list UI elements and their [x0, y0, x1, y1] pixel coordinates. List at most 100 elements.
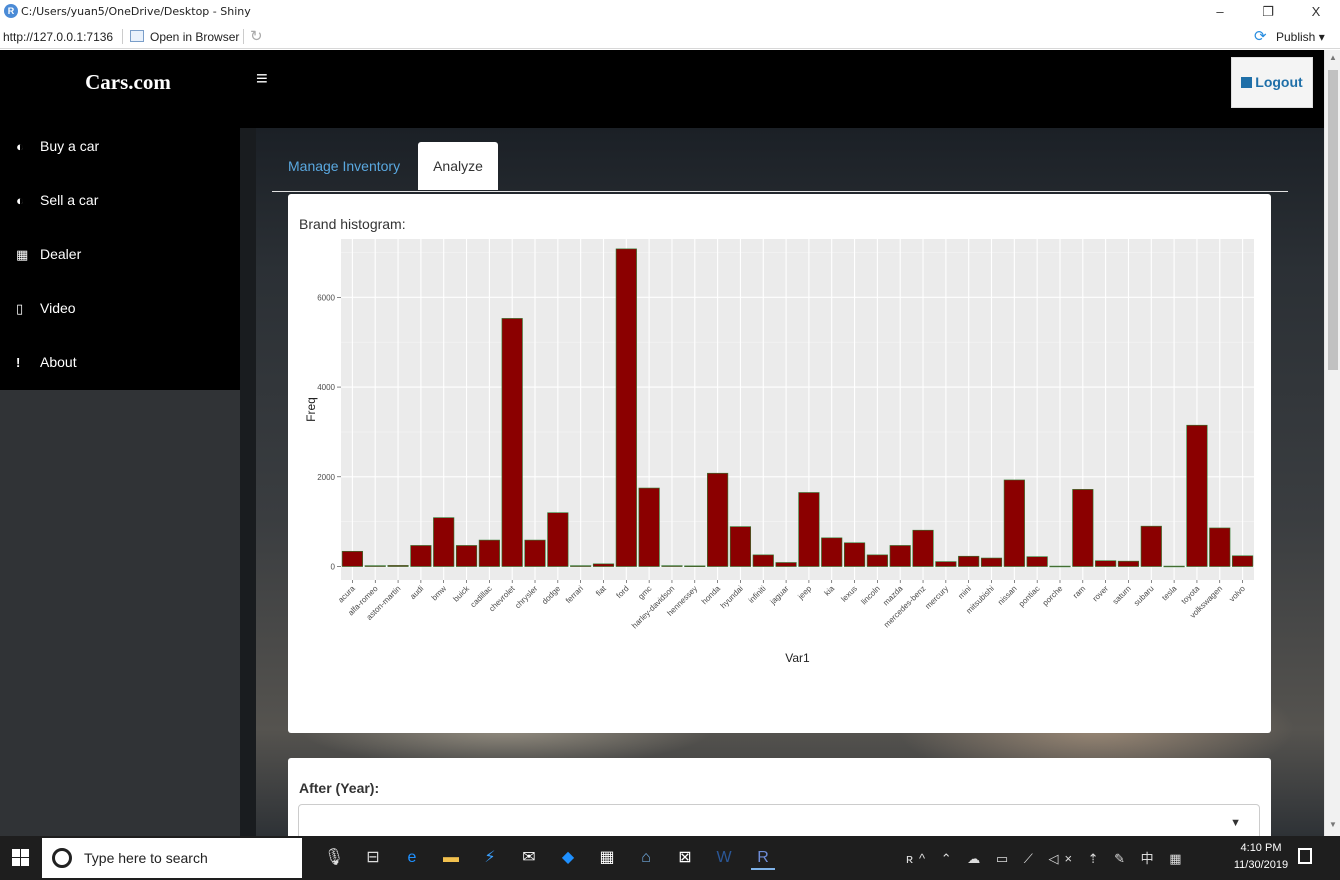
app-header: Cars.com ≡ Logout	[0, 50, 1324, 128]
sidebar-item-label: About	[40, 354, 77, 370]
publish-icon[interactable]: ⟳	[1254, 27, 1267, 45]
x-tick-label: hyundai	[719, 584, 745, 610]
x-tick-label: chrysler	[513, 584, 539, 610]
search-placeholder: Type here to search	[84, 850, 208, 866]
x-tick-label: lincoln	[859, 584, 881, 606]
minimize-button[interactable]: –	[1200, 2, 1240, 22]
logout-button[interactable]: Logout	[1231, 57, 1313, 108]
taskbar-search-input[interactable]: Type here to search	[42, 838, 302, 878]
store-icon[interactable]: ⊠	[673, 846, 697, 870]
refresh-icon[interactable]: ↻	[250, 27, 263, 45]
bar-subaru	[1140, 525, 1162, 567]
shiny-app: Cars.com ≡ Logout ◐ Buy a car ◐ Sell a car…	[0, 50, 1324, 836]
bar-nissan	[1003, 479, 1025, 567]
dashboard-icon: ◐	[16, 193, 24, 208]
x-tick-label: lexus	[839, 584, 859, 604]
sidebar-item-about[interactable]: ! About	[16, 354, 77, 378]
sidebar-item-buy-a-car[interactable]: ◐ Buy a car	[16, 138, 99, 162]
x-tick-label: nissan	[996, 584, 1019, 607]
brand-histogram-chart: 0200040006000acuraalfa-romeoaston-martin…	[304, 239, 1254, 665]
vertical-scrollbar[interactable]: ▲ ▼	[1324, 50, 1340, 836]
dashboard-icon: ◐	[16, 139, 24, 154]
r-icon[interactable]: R	[751, 846, 775, 870]
sidebar-toggle-icon[interactable]: ≡	[256, 68, 268, 91]
bar-chevrolet	[501, 318, 523, 567]
taskbar-clock[interactable]: 4:10 PM 11/30/2019	[1228, 840, 1294, 874]
chevron-down-icon: ▼	[1230, 817, 1241, 829]
bar-gmc	[638, 487, 660, 567]
x-tick-label: jeep	[796, 584, 814, 602]
y-tick-label: 4000	[317, 383, 335, 392]
x-tick-label: mercedes-benz	[882, 584, 927, 629]
file-icon: ▯	[16, 301, 24, 316]
x-tick-label: infiniti	[747, 584, 768, 605]
tab-manage-inventory[interactable]: Manage Inventory	[288, 142, 400, 190]
y-axis-label: Freq	[304, 397, 318, 422]
microphone-icon[interactable]: 🎙	[322, 846, 346, 870]
bar-cadillac	[478, 539, 500, 567]
open-in-browser-button[interactable]: Open in Browser	[150, 30, 239, 44]
bar-infiniti	[752, 554, 774, 567]
sidebar-menu: ◐ Buy a car ◐ Sell a car ▦ Dealer ▯ Video ! A…	[0, 128, 240, 390]
edge-icon[interactable]: e	[400, 846, 424, 870]
sidebar-item-dealer[interactable]: ▦ Dealer	[16, 246, 81, 270]
year-select[interactable]: ▼	[298, 804, 1260, 836]
bar-hyundai	[729, 526, 752, 567]
brand-logo[interactable]: Cars.com	[0, 50, 256, 128]
sidebar-item-video[interactable]: ▯ Video	[16, 300, 76, 324]
bar-aston-martin	[387, 565, 409, 567]
bar-porche	[1049, 565, 1071, 568]
word-icon[interactable]: W	[712, 846, 736, 870]
task-view-icon[interactable]: ⊟	[361, 846, 385, 870]
publish-label: Publish	[1276, 30, 1316, 44]
power-automate-icon[interactable]: ⚡	[478, 846, 502, 870]
logout-icon	[1241, 77, 1253, 88]
bar-rover	[1095, 560, 1117, 567]
maximize-button[interactable]: ❐	[1248, 2, 1288, 22]
window-title-bar: R C:/Users/yuan5/OneDrive/Desktop - Shin…	[0, 0, 1340, 24]
plot-background	[341, 239, 1254, 580]
windows-start-icon[interactable]	[12, 849, 29, 866]
x-tick-label: subaru	[1132, 584, 1156, 608]
bar-chrysler	[524, 539, 546, 567]
sidebar-item-sell-a-car[interactable]: ◐ Sell a car	[16, 192, 98, 216]
bar-fiat	[592, 563, 615, 567]
home-icon[interactable]: ⌂	[634, 846, 658, 870]
scroll-down-icon[interactable]: ▼	[1329, 820, 1337, 829]
bar-volvo	[1232, 555, 1254, 567]
viewer-toolbar: http://127.0.0.1:7136 Open in Browser ↻ …	[0, 24, 1340, 49]
logout-label: Logout	[1255, 74, 1303, 90]
bar-honda	[707, 472, 729, 567]
publish-button[interactable]: Publish ▾	[1276, 30, 1325, 44]
mail-icon[interactable]: ✉	[517, 846, 541, 870]
y-tick-label: 6000	[317, 293, 335, 302]
bar-lexus	[843, 542, 866, 567]
scroll-up-icon[interactable]: ▲	[1329, 53, 1337, 62]
notification-icon[interactable]	[1298, 848, 1312, 864]
cortana-icon	[52, 848, 72, 868]
x-tick-label: dodge	[540, 584, 562, 606]
file-explorer-icon[interactable]: ▬	[439, 846, 463, 870]
start-tile	[12, 858, 20, 866]
chart-panel: Brand histogram: 0 2000 4000 6000 acura alfa-…	[288, 194, 1271, 733]
security-icon[interactable]: ◆	[556, 846, 580, 870]
calendar-icon[interactable]: ▦	[595, 846, 619, 870]
system-tray[interactable]: ʀ^ ⌃ ☁ ▭ ⟋ ◁× ⇡ ✎ 中 ▦	[906, 848, 1188, 867]
bar-harley-davidson	[661, 565, 683, 567]
scrollbar-thumb[interactable]	[1328, 70, 1338, 370]
bar-acura	[341, 550, 363, 567]
divider	[122, 29, 123, 44]
x-tick-label: kia	[823, 584, 837, 598]
start-tile	[21, 849, 29, 857]
close-button[interactable]: X	[1296, 2, 1336, 22]
exclamation-icon: !	[16, 355, 21, 370]
bar-jeep	[798, 492, 820, 567]
x-axis-label: Var1	[785, 651, 810, 665]
sidebar-item-label: Sell a car	[40, 192, 99, 208]
bar-dodge	[547, 512, 569, 567]
x-tick-label: jaguar	[768, 584, 791, 607]
tab-analyze[interactable]: Analyze	[418, 142, 498, 190]
open-in-browser-icon[interactable]	[130, 30, 144, 42]
x-tick-label: volvo	[1227, 584, 1247, 604]
bar-jaguar	[775, 562, 797, 567]
